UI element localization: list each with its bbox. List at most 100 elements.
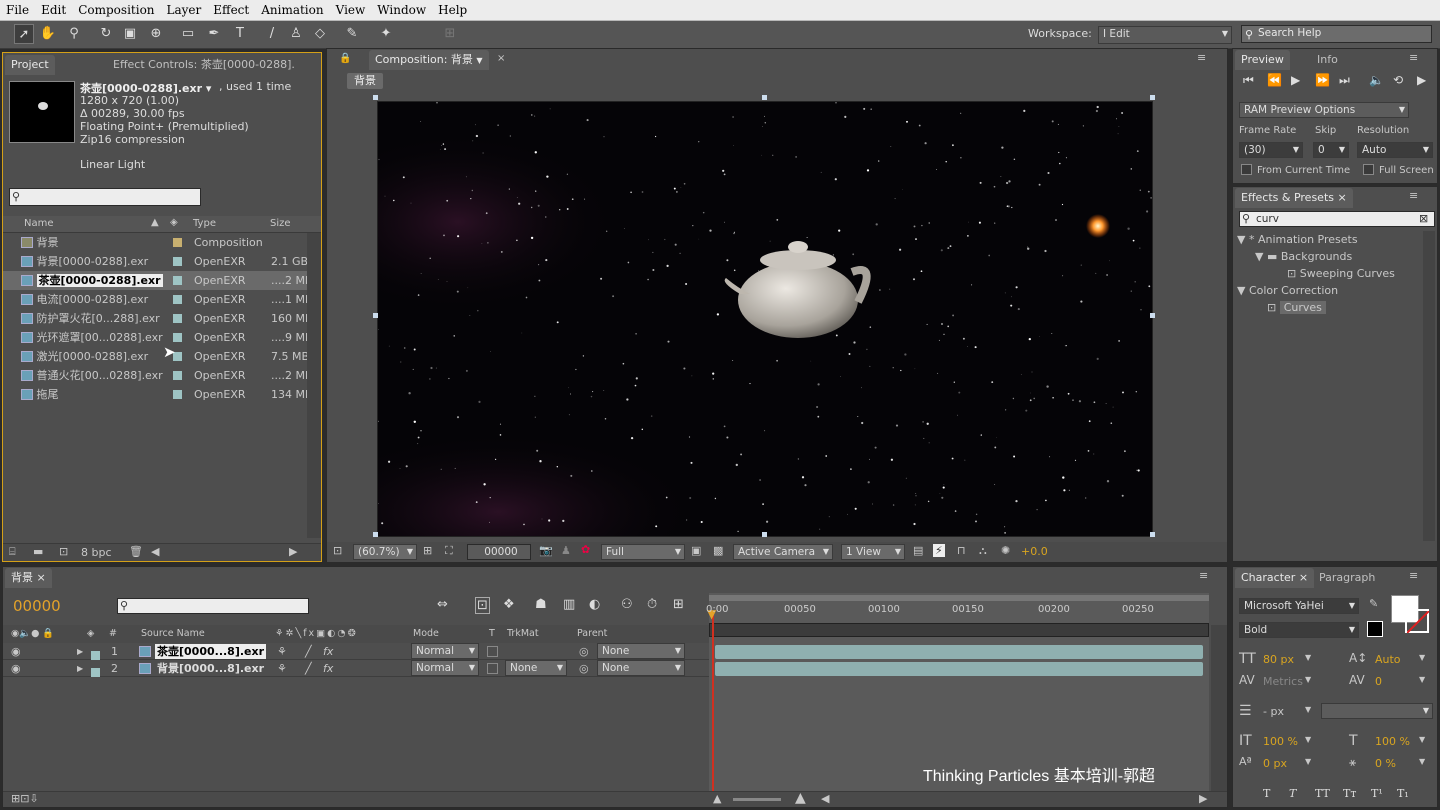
- all-caps-button[interactable]: TT: [1315, 787, 1330, 800]
- tree-item-color-correction[interactable]: ▼ Color Correction: [1237, 282, 1338, 299]
- toggle-switches-icon[interactable]: ⊞⊡⇩: [11, 792, 39, 805]
- tracking-dropdown-icon[interactable]: ▼: [1419, 675, 1425, 684]
- bit-depth-button[interactable]: 8 bpc: [81, 546, 112, 559]
- selection-tool-icon[interactable]: ➚: [14, 24, 34, 44]
- blend-mode-select[interactable]: Normal: [411, 660, 479, 676]
- parent-select[interactable]: None: [597, 660, 685, 676]
- layer-duration-bar[interactable]: [715, 662, 1203, 676]
- menu-file[interactable]: File: [0, 3, 35, 17]
- table-row[interactable]: ◉ ▶ 1 茶壶[0000...8].exr ⚘ ╱ fx Normal ◎ N…: [3, 643, 709, 660]
- playhead[interactable]: [712, 613, 714, 791]
- first-frame-icon[interactable]: ⏮: [1243, 73, 1254, 88]
- column-name[interactable]: Name: [24, 218, 54, 229]
- stroke-width-dropdown-icon[interactable]: ▼: [1305, 705, 1311, 714]
- small-caps-button[interactable]: Tт: [1343, 787, 1356, 800]
- timeline-scrollbar[interactable]: [1211, 625, 1227, 795]
- faux-bold-button[interactable]: T: [1263, 787, 1270, 800]
- horizontal-scale-value[interactable]: 100 %: [1375, 735, 1410, 748]
- sort-ascending-icon[interactable]: ▲: [151, 217, 159, 228]
- stroke-width-value[interactable]: - px: [1263, 705, 1284, 718]
- leading-dropdown-icon[interactable]: ▼: [1419, 653, 1425, 662]
- interpret-footage-icon[interactable]: ⌸: [9, 545, 16, 559]
- column-source-name[interactable]: Source Name: [141, 625, 205, 643]
- roto-brush-tool-icon[interactable]: ✎: [342, 24, 362, 44]
- scroll-left-icon[interactable]: ◀: [821, 792, 829, 805]
- panel-menu-icon[interactable]: ≡: [1197, 51, 1206, 64]
- list-item[interactable]: 防护罩火花[0...288].exrOpenEXR160 MB: [3, 309, 307, 328]
- column-trkmat[interactable]: TrkMat: [507, 625, 539, 643]
- tab-info[interactable]: Info: [1311, 50, 1344, 70]
- column-size[interactable]: Size: [270, 218, 291, 229]
- tab-character[interactable]: Character ×: [1235, 568, 1315, 588]
- brainstorm-icon[interactable]: ⚇: [621, 597, 633, 612]
- superscript-button[interactable]: T¹: [1371, 787, 1383, 800]
- font-style-select[interactable]: Bold: [1239, 622, 1359, 638]
- ram-preview-options-select[interactable]: RAM Preview Options: [1239, 102, 1409, 118]
- zoom-tool-icon[interactable]: ⚲: [64, 24, 84, 44]
- search-help-input[interactable]: Search Help: [1241, 25, 1432, 43]
- tracking-value[interactable]: 0: [1375, 675, 1382, 688]
- puppet-pin-tool-icon[interactable]: ✦: [376, 24, 396, 44]
- parent-select[interactable]: None: [597, 643, 685, 659]
- timeline-search-input[interactable]: [117, 598, 309, 614]
- list-item[interactable]: 激光[0000-0288].exr OpenEXR 7.5 MB: [3, 347, 307, 366]
- stroke-style-select[interactable]: [1321, 703, 1433, 719]
- workspace-select[interactable]: I Edit: [1098, 26, 1232, 44]
- visibility-eye-icon[interactable]: ◉: [11, 660, 21, 677]
- tsume-value[interactable]: 0 %: [1375, 757, 1396, 770]
- menu-view[interactable]: View: [330, 3, 372, 17]
- menu-animation[interactable]: Animation: [255, 3, 329, 17]
- column-parent[interactable]: Parent: [577, 625, 607, 643]
- list-item[interactable]: 光环遮罩[00...0288].exrOpenEXR....9 MB: [3, 328, 307, 347]
- zoom-slider[interactable]: [733, 798, 781, 801]
- track-matte-select[interactable]: None: [505, 660, 567, 676]
- time-navigator[interactable]: [709, 595, 1209, 601]
- project-scrollbar[interactable]: [307, 233, 321, 538]
- safe-zones-icon[interactable]: ⊞: [423, 544, 432, 557]
- stroke-color-swatch[interactable]: [1405, 609, 1429, 633]
- zoom-out-icon[interactable]: ▲: [713, 792, 721, 805]
- eyedropper-icon[interactable]: ✎: [1369, 597, 1378, 610]
- rotate-tool-icon[interactable]: ↻: [96, 24, 116, 44]
- next-frame-icon[interactable]: ⏩: [1315, 73, 1330, 87]
- panel-menu-icon[interactable]: ≡: [1409, 51, 1418, 64]
- new-folder-icon[interactable]: ▬: [33, 545, 43, 558]
- current-time-field[interactable]: 00000: [467, 544, 531, 560]
- auto-keyframe-icon[interactable]: ⏱: [647, 597, 657, 612]
- scroll-left-icon[interactable]: ◀: [151, 545, 159, 558]
- camera-tool-icon[interactable]: ▣: [120, 24, 140, 44]
- tab-timeline[interactable]: 背景 ×: [5, 568, 52, 588]
- menu-effect[interactable]: Effect: [207, 3, 255, 17]
- menu-composition[interactable]: Composition: [72, 3, 160, 17]
- font-size-value[interactable]: 80 px: [1263, 653, 1294, 666]
- channel-icon[interactable]: ✿: [581, 543, 590, 556]
- graph-editor-icon[interactable]: ⊞: [673, 597, 684, 612]
- timeline-icon[interactable]: ⊓: [957, 544, 966, 557]
- effects-fx-icon[interactable]: fx: [323, 643, 333, 660]
- magnification-select[interactable]: (60.7%): [353, 544, 417, 560]
- trash-icon[interactable]: 🗑: [129, 545, 143, 558]
- vertical-scale-dropdown-icon[interactable]: ▼: [1305, 735, 1311, 744]
- brush-tool-icon[interactable]: /: [262, 24, 282, 44]
- exposure-value[interactable]: +0.0: [1021, 545, 1048, 558]
- menu-window[interactable]: Window: [371, 3, 432, 17]
- baseline-shift-dropdown-icon[interactable]: ▼: [1305, 757, 1311, 766]
- list-item-selected[interactable]: 茶壶[0000-0288].exrOpenEXR....2 MB: [3, 271, 307, 290]
- draft-3d-icon[interactable]: ❖: [503, 597, 515, 612]
- eraser-tool-icon[interactable]: ◇: [310, 24, 330, 44]
- panel-menu-icon[interactable]: ≡: [1199, 569, 1208, 582]
- column-mode[interactable]: Mode: [413, 625, 439, 643]
- effects-scrollbar[interactable]: [1423, 231, 1435, 541]
- shy-icon[interactable]: ⚘: [277, 643, 287, 660]
- kerning-value[interactable]: Metrics: [1263, 675, 1303, 688]
- quality-icon[interactable]: ╱: [305, 643, 312, 660]
- list-item[interactable]: 背景[0000-0288].exr OpenEXR 2.1 GB: [3, 252, 307, 271]
- label-icon[interactable]: ◈: [87, 625, 94, 643]
- baseline-shift-value[interactable]: 0 px: [1263, 757, 1287, 770]
- parent-pickwhip-icon[interactable]: ◎: [579, 643, 589, 660]
- axis-mode-icon[interactable]: ⊞: [440, 24, 460, 44]
- new-composition-icon[interactable]: ⊡: [59, 545, 68, 558]
- layer-duration-bar[interactable]: [715, 645, 1203, 659]
- current-time-display[interactable]: 00000: [13, 597, 61, 615]
- resolution-select[interactable]: Full: [601, 544, 685, 560]
